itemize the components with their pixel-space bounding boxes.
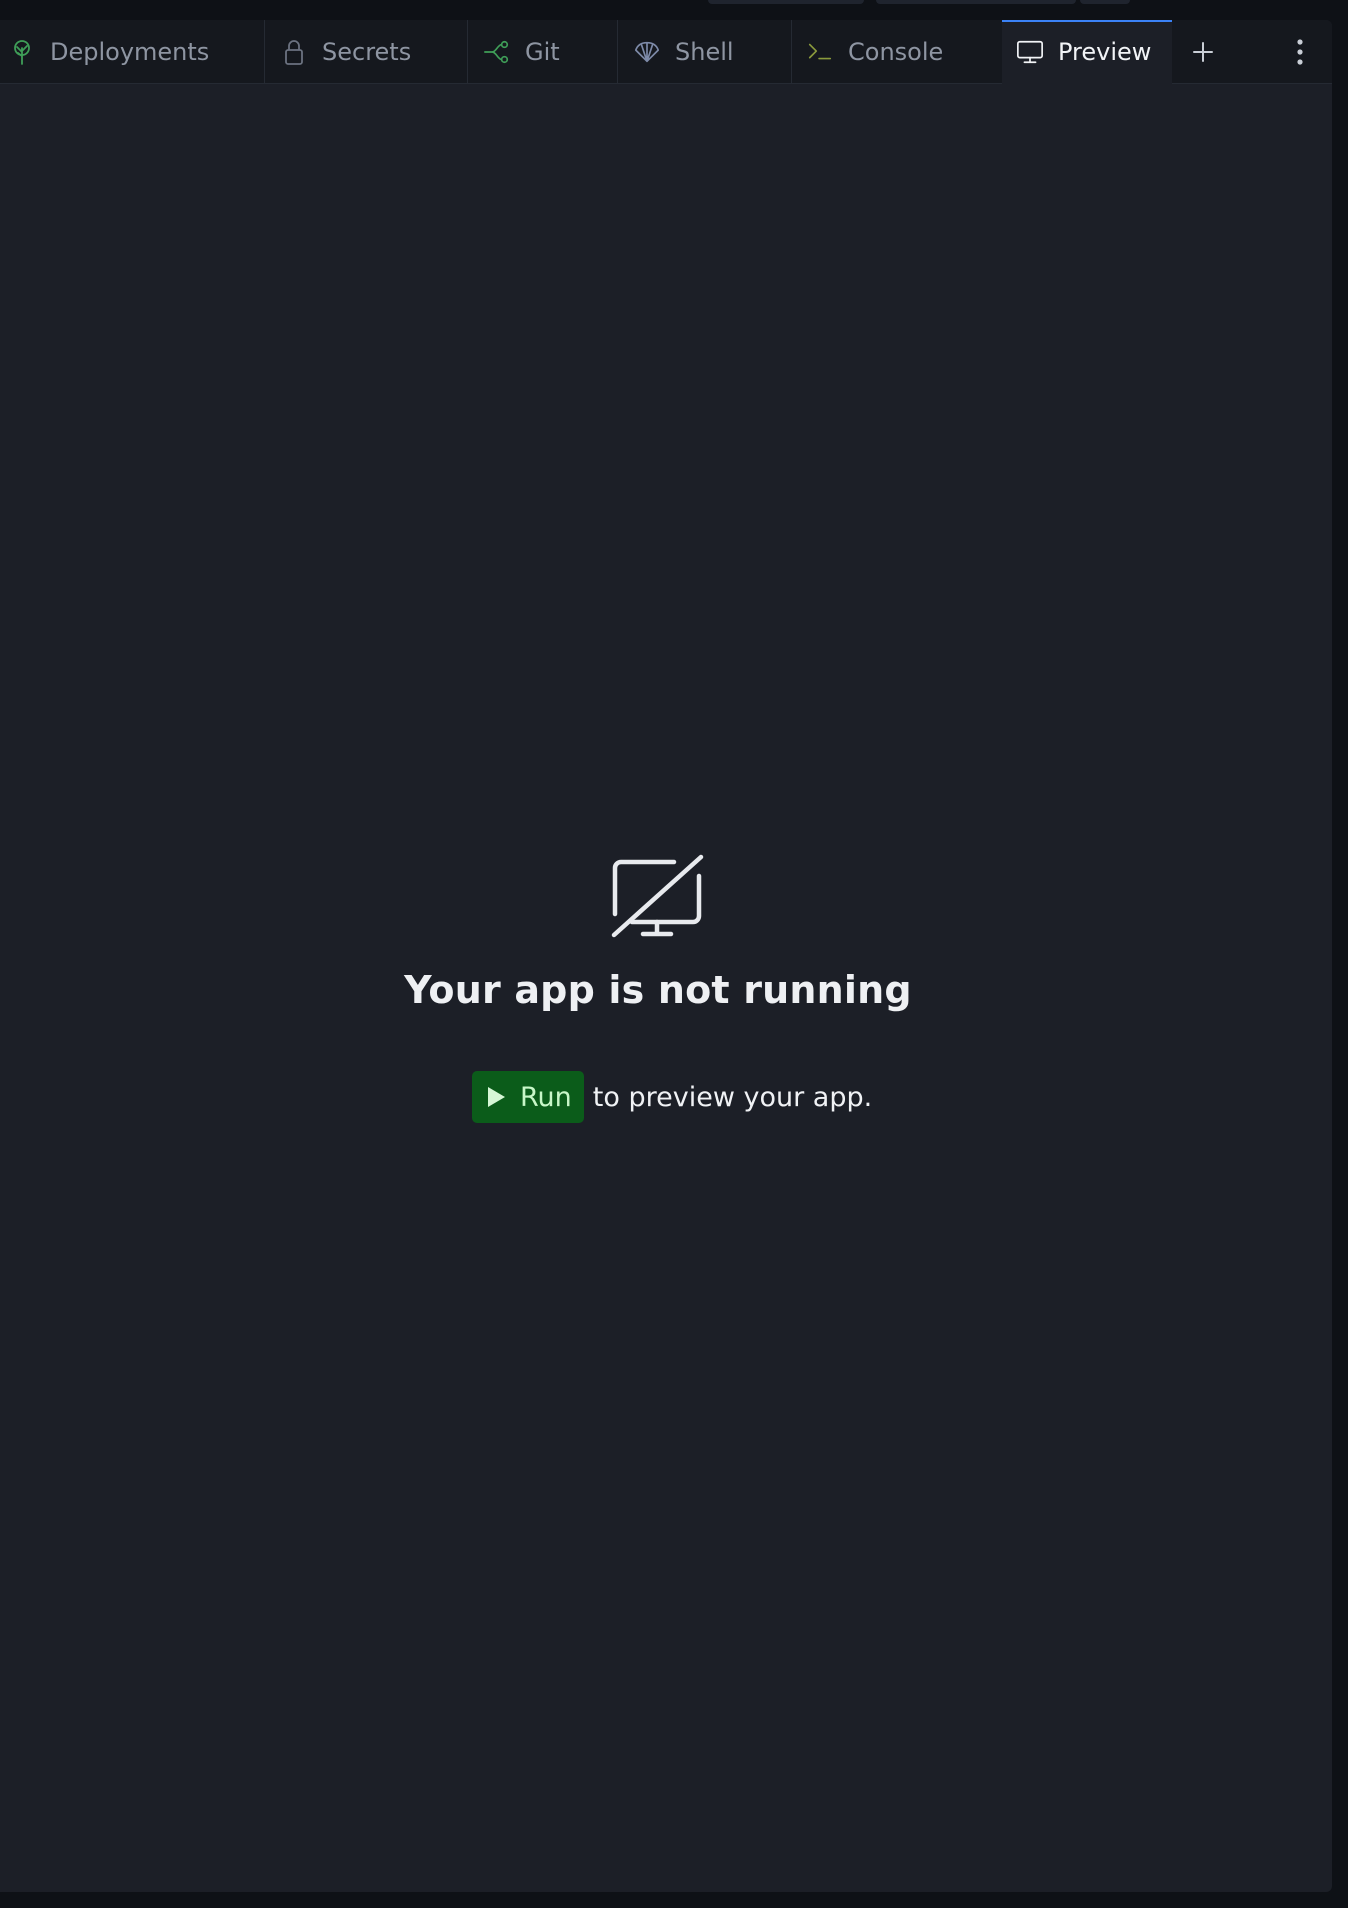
vertical-ellipsis-icon [1297,39,1303,65]
top-toolbar-edge [1080,0,1130,4]
play-icon [486,1086,506,1108]
tab-deployments[interactable]: Deployments [0,20,265,84]
shell-icon [633,38,661,66]
terminal-icon [806,38,834,66]
tab-git[interactable]: Git [468,20,618,84]
tab-label: Secrets [322,38,412,66]
preview-empty-state: Your app is not running Run to preview y… [0,84,1332,1892]
tab-bar: Deployments Secrets Git Shell Console Pr… [0,20,1332,84]
more-options-button[interactable] [1285,34,1315,70]
tab-console[interactable]: Console [792,20,1002,84]
git-icon [483,38,511,66]
plus-icon [1193,42,1213,62]
deployments-icon [8,38,36,66]
run-button[interactable]: Run [472,1071,584,1123]
top-strip [0,0,1348,20]
top-toolbar-edge [708,0,864,4]
monitor-icon [1016,38,1044,66]
tab-secrets[interactable]: Secrets [265,20,468,84]
add-tab-button[interactable] [1188,34,1218,70]
tab-label: Deployments [50,38,210,66]
monitor-off-icon [611,854,704,938]
tab-preview[interactable]: Preview [1002,20,1172,84]
tab-label: Shell [675,38,734,66]
run-button-label: Run [520,1081,572,1113]
tab-shell[interactable]: Shell [618,20,792,84]
tab-label: Git [525,38,560,66]
empty-state-title: Your app is not running [404,968,912,1012]
run-prompt: Run to preview your app. [472,1071,872,1123]
tab-label: Preview [1058,38,1152,66]
run-hint-text: to preview your app. [592,1081,873,1113]
tab-label: Console [848,38,944,66]
lock-icon [280,38,308,66]
preview-pane: Deployments Secrets Git Shell Console Pr… [0,20,1332,1892]
top-toolbar-edge [876,0,1076,4]
